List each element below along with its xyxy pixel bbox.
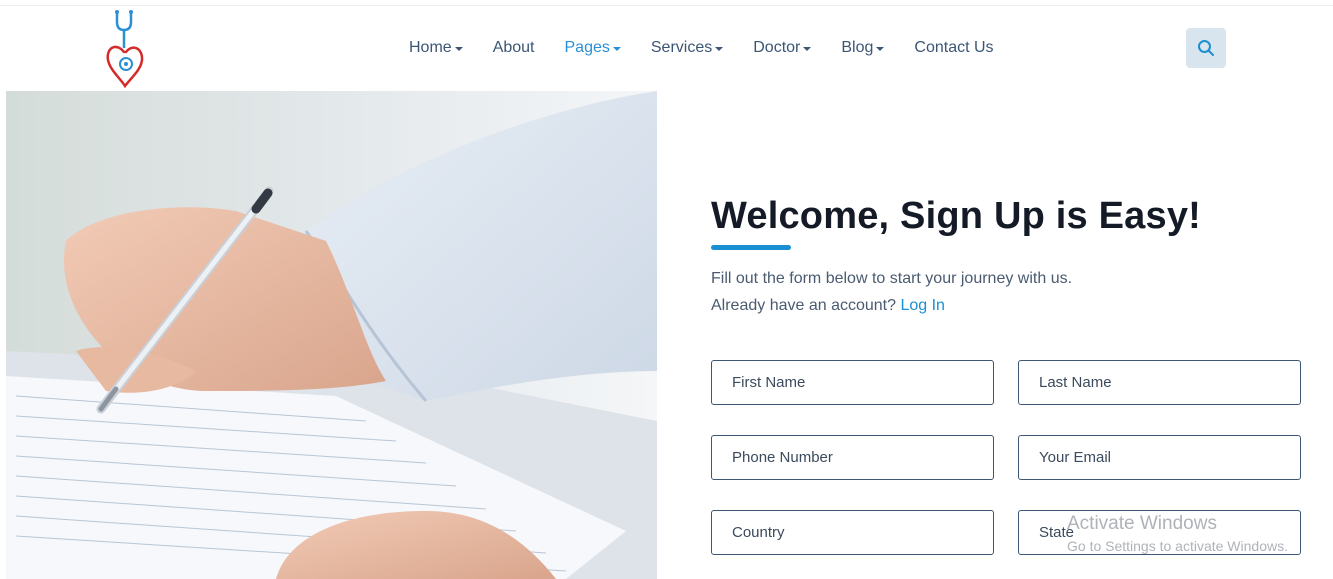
site-header: Home About Pages Services Doctor Blog Co… [0, 6, 1333, 91]
nav-home-label: Home [409, 39, 452, 56]
nav-doctor-label: Doctor [753, 39, 801, 56]
first-name-field[interactable] [711, 360, 994, 405]
nav-home[interactable]: Home [409, 39, 463, 57]
signup-subtitle: Fill out the form below to start your jo… [711, 270, 1073, 287]
last-name-field[interactable] [1018, 360, 1301, 405]
nav-pages-label: Pages [564, 39, 610, 56]
account-prompt-line: Already have an account? Log In [711, 297, 945, 315]
title-underline [711, 245, 791, 250]
account-prompt: Already have an account? [711, 297, 897, 314]
chevron-down-icon [715, 46, 724, 51]
nav-about[interactable]: About [493, 39, 535, 57]
main-nav: Home About Pages Services Doctor Blog Co… [409, 38, 1024, 58]
phone-field[interactable] [711, 435, 994, 480]
nav-about-label: About [492, 39, 535, 56]
page-title: Welcome, Sign Up is Easy! [711, 195, 1202, 237]
nav-services-label: Services [650, 39, 713, 56]
nav-services[interactable]: Services [650, 39, 724, 57]
nav-blog[interactable]: Blog [841, 39, 885, 57]
chevron-down-icon [876, 46, 885, 51]
search-button[interactable] [1186, 28, 1226, 68]
email-field[interactable] [1018, 435, 1301, 480]
search-icon [1198, 40, 1214, 56]
state-field[interactable] [1018, 510, 1301, 555]
nav-contact[interactable]: Contact Us [914, 39, 993, 57]
stethoscope-heart-logo-icon[interactable] [104, 8, 146, 89]
nav-blog-label: Blog [841, 39, 874, 56]
chevron-down-icon [803, 46, 812, 51]
country-field[interactable] [711, 510, 994, 555]
hand-writing-on-form-photo [6, 91, 657, 579]
nav-doctor[interactable]: Doctor [753, 39, 812, 57]
chevron-down-icon [454, 46, 463, 51]
chevron-down-icon [612, 46, 621, 51]
nav-contact-label: Contact Us [914, 39, 994, 56]
login-link[interactable]: Log In [900, 297, 944, 314]
nav-pages[interactable]: Pages [565, 39, 621, 57]
